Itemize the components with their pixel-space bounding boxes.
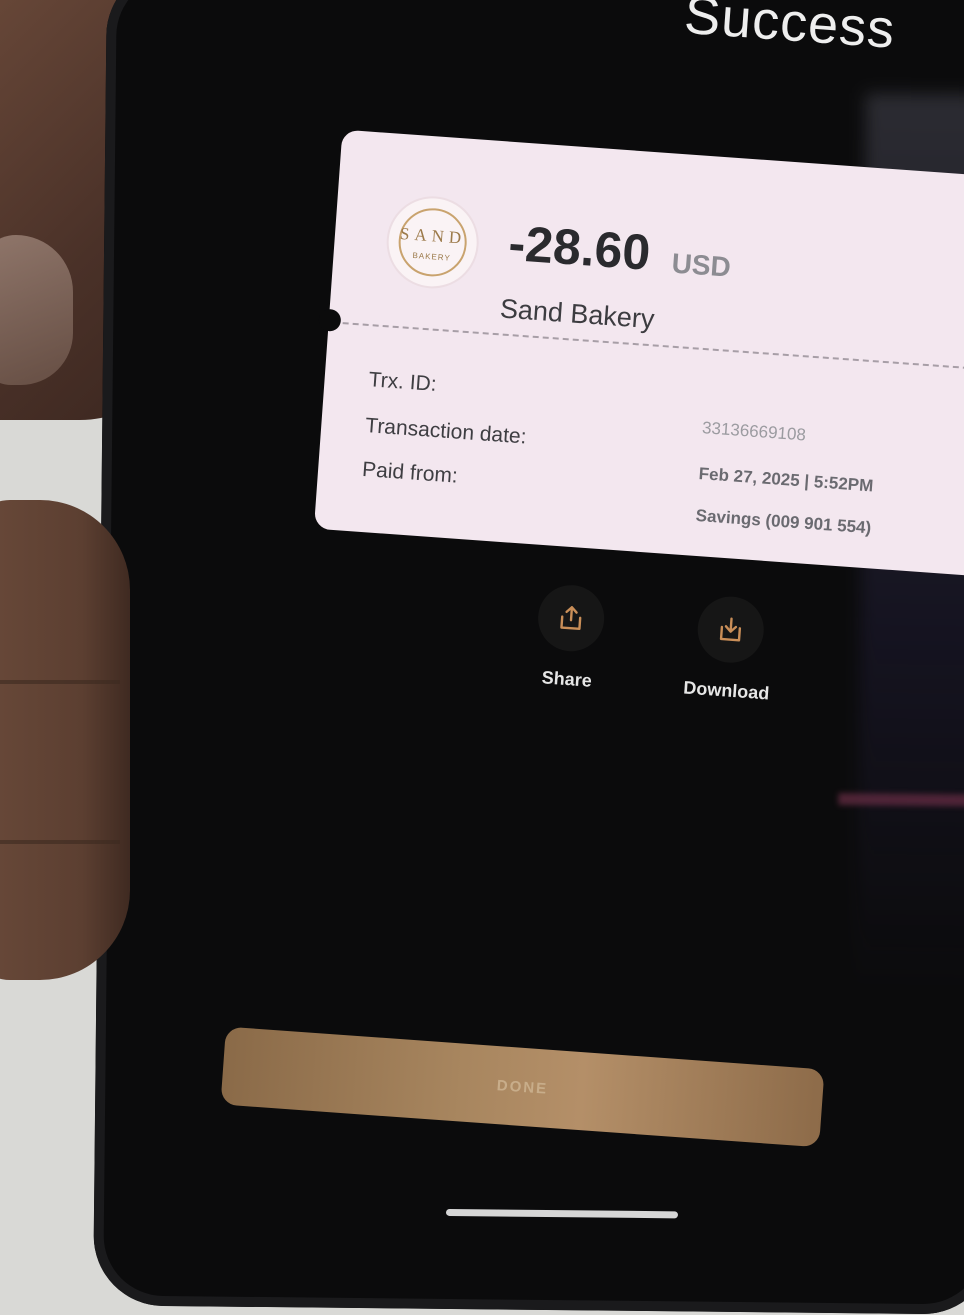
- finger-crease: [0, 840, 120, 844]
- share-icon: [560, 606, 582, 631]
- merchant-logo: SAND BAKERY: [383, 193, 482, 292]
- download-icon: [719, 617, 742, 642]
- fingers: [0, 500, 130, 980]
- transaction-date-value: Feb 27, 2025 | 5:52PM: [698, 463, 874, 496]
- done-button[interactable]: DONE: [220, 1026, 825, 1148]
- finger-crease: [0, 680, 120, 684]
- trx-id-label: Trx. ID:: [367, 368, 438, 396]
- share-button[interactable]: Share: [511, 581, 628, 694]
- transaction-amount: -28.60: [506, 214, 653, 281]
- phone-frame: Success SAND BAKERY -28.60 USD Sand Bake…: [93, 0, 964, 1315]
- share-label: Share: [541, 667, 593, 691]
- page-title: Success: [682, 0, 898, 60]
- trx-id-value: 33136669108: [701, 418, 807, 445]
- transaction-date-label: Transaction date:: [364, 414, 528, 449]
- card-notch-left: [318, 308, 342, 332]
- download-icon-circle: [695, 594, 767, 665]
- paid-from-value: Savings (009 901 554): [695, 505, 872, 538]
- share-icon-circle: [535, 582, 607, 654]
- receipt-card: SAND BAKERY -28.60 USD Sand Bakery Trx. …: [313, 129, 964, 582]
- thumbnail: [0, 235, 73, 385]
- download-label: Download: [682, 677, 770, 704]
- download-button[interactable]: Download: [661, 592, 798, 706]
- merchant-name: Sand Bakery: [499, 293, 656, 335]
- screen: Success SAND BAKERY -28.60 USD Sand Bake…: [93, 0, 964, 1278]
- paid-from-label: Paid from:: [361, 457, 459, 488]
- currency-code: USD: [670, 247, 732, 283]
